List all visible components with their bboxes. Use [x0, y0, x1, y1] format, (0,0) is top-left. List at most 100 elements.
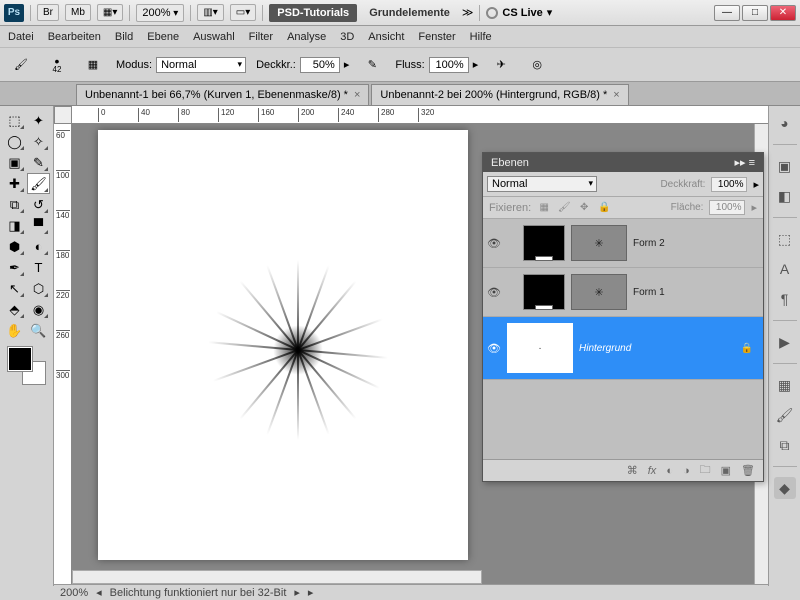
- eraser-tool[interactable]: ◨: [3, 215, 26, 236]
- menu-datei[interactable]: Datei: [8, 31, 34, 43]
- visibility-toggle[interactable]: 👁: [487, 236, 501, 250]
- chevron-icon[interactable]: ▸: [751, 201, 757, 214]
- pen-tool[interactable]: ✒: [3, 257, 26, 278]
- chevron-icon[interactable]: ▸: [473, 58, 479, 71]
- eyedropper-tool[interactable]: ✎: [27, 152, 50, 173]
- 3d-tool[interactable]: ⬘: [3, 299, 26, 320]
- blend-mode-dropdown[interactable]: Normal: [487, 176, 597, 192]
- layers-panel-icon[interactable]: ◆: [774, 477, 796, 499]
- clone-panel-icon[interactable]: ⧉: [774, 434, 796, 456]
- layer-name[interactable]: Form 1: [633, 287, 665, 298]
- dodge-tool[interactable]: ◐: [27, 236, 50, 257]
- pressure-size-icon[interactable]: ◎: [524, 52, 550, 78]
- ruler-origin[interactable]: [54, 106, 72, 124]
- workspace-grundelemente[interactable]: Grundelemente: [363, 7, 456, 19]
- gradient-tool[interactable]: ▀: [27, 215, 50, 236]
- horizontal-ruler[interactable]: 04080120160200240280320: [72, 106, 768, 124]
- lock-all-icon[interactable]: 🔒: [597, 201, 611, 215]
- menu-bearbeiten[interactable]: Bearbeiten: [48, 31, 101, 43]
- modus-dropdown[interactable]: Normal: [156, 57, 246, 73]
- swatches-panel-icon[interactable]: ▦: [774, 374, 796, 396]
- brush-preset-icon[interactable]: •42: [44, 52, 70, 78]
- visibility-toggle[interactable]: 👁: [487, 341, 501, 355]
- layer-name[interactable]: Form 2: [633, 238, 665, 249]
- layer-row[interactable]: 👁 · Hintergrund 🔒: [483, 317, 763, 380]
- history-brush-tool[interactable]: ↺: [27, 194, 50, 215]
- screen-mode-button[interactable]: ▦▾: [97, 4, 123, 21]
- color-swatches[interactable]: [8, 347, 46, 385]
- layer-thumbnail[interactable]: [523, 225, 565, 261]
- menu-filter[interactable]: Filter: [249, 31, 273, 43]
- actions-panel-icon[interactable]: ▶: [774, 331, 796, 353]
- marquee-tool[interactable]: ✦: [27, 110, 50, 131]
- paragraph-panel-icon[interactable]: ¶: [774, 288, 796, 310]
- maximize-button[interactable]: □: [742, 5, 768, 21]
- chevron-icon[interactable]: ▸: [753, 178, 759, 191]
- menu-ansicht[interactable]: Ansicht: [368, 31, 404, 43]
- close-tab-icon[interactable]: ×: [613, 89, 619, 101]
- lock-image-icon[interactable]: 🖌: [557, 201, 571, 215]
- type-tool[interactable]: T: [27, 257, 50, 278]
- healing-tool[interactable]: ✚: [3, 173, 26, 194]
- crop-tool[interactable]: ▣: [3, 152, 26, 173]
- tool-preset-icon[interactable]: 🖌: [8, 52, 34, 78]
- close-tab-icon[interactable]: ×: [354, 89, 360, 101]
- adjustment-layer-icon[interactable]: ◑: [683, 465, 690, 477]
- layers-panel-tab[interactable]: Ebenen▸▸ ≡: [483, 153, 763, 172]
- path-tool[interactable]: ↖: [3, 278, 26, 299]
- pressure-opacity-icon[interactable]: ✎: [359, 52, 385, 78]
- menu-auswahl[interactable]: Auswahl: [193, 31, 235, 43]
- delete-layer-icon[interactable]: 🗑: [741, 464, 755, 477]
- stamp-tool[interactable]: ⧉: [3, 194, 26, 215]
- lock-transparency-icon[interactable]: ▦: [537, 201, 551, 215]
- vector-mask-thumbnail[interactable]: ✳: [571, 225, 627, 261]
- layer-opacity-input[interactable]: 100%: [711, 177, 747, 192]
- lock-position-icon[interactable]: ✥: [577, 201, 591, 215]
- chevron-icon[interactable]: ▸: [344, 58, 350, 71]
- workspace-psd-tutorials[interactable]: PSD-Tutorials: [269, 4, 357, 22]
- minibridge-button[interactable]: Mb: [65, 4, 91, 21]
- layer-row[interactable]: 👁 ✳ Form 2: [483, 219, 763, 268]
- brush-panel-icon2[interactable]: 🖌: [774, 404, 796, 426]
- layer-name[interactable]: Hintergrund: [579, 343, 631, 354]
- more-icon[interactable]: ≫: [462, 6, 474, 19]
- menu-hilfe[interactable]: Hilfe: [470, 31, 492, 43]
- chevron-icon[interactable]: ▸: [308, 586, 314, 599]
- arrange-button[interactable]: ▥▾: [197, 4, 223, 21]
- airbrush-icon[interactable]: ✈: [488, 52, 514, 78]
- layer-thumbnail[interactable]: ·: [507, 323, 573, 373]
- layer-row[interactable]: 👁 ✳ Form 1: [483, 268, 763, 317]
- chevron-icon[interactable]: ◂: [96, 586, 102, 599]
- move-tool[interactable]: ⬚: [3, 110, 26, 131]
- opacity-input[interactable]: 50%: [300, 57, 340, 73]
- chevron-icon[interactable]: ▸: [294, 586, 300, 599]
- menu-bild[interactable]: Bild: [115, 31, 133, 43]
- screen-button[interactable]: ▭▾: [230, 4, 256, 21]
- minimize-button[interactable]: —: [714, 5, 740, 21]
- brush-tool[interactable]: 🖌: [27, 173, 50, 194]
- layer-style-icon[interactable]: fx: [648, 465, 657, 477]
- foreground-color[interactable]: [8, 347, 32, 371]
- masks-panel-icon[interactable]: ◧: [774, 185, 796, 207]
- menu-analyse[interactable]: Analyse: [287, 31, 326, 43]
- blur-tool[interactable]: ⬢: [3, 236, 26, 257]
- menu-ebene[interactable]: Ebene: [147, 31, 179, 43]
- styles-panel-icon[interactable]: ⬚: [774, 228, 796, 250]
- layer-mask-icon[interactable]: ◐: [666, 465, 673, 477]
- visibility-toggle[interactable]: 👁: [487, 285, 501, 299]
- panel-menu-icon[interactable]: ▸▸ ≡: [734, 156, 755, 169]
- lasso-tool[interactable]: ◯: [3, 131, 26, 152]
- canvas[interactable]: [98, 130, 468, 560]
- menu-3d[interactable]: 3D: [340, 31, 354, 43]
- menu-fenster[interactable]: Fenster: [418, 31, 455, 43]
- new-layer-icon[interactable]: ▣: [721, 464, 731, 477]
- wand-tool[interactable]: ✧: [27, 131, 50, 152]
- layer-thumbnail[interactable]: [523, 274, 565, 310]
- status-zoom[interactable]: 200%: [60, 587, 88, 599]
- horizontal-scrollbar[interactable]: [72, 570, 482, 584]
- char-panel-icon[interactable]: A: [774, 258, 796, 280]
- flow-input[interactable]: 100%: [429, 57, 469, 73]
- zoom-level-dropdown[interactable]: 200% ▾: [136, 4, 184, 22]
- close-button[interactable]: ✕: [770, 5, 796, 21]
- adjustments-panel-icon[interactable]: ▣: [774, 155, 796, 177]
